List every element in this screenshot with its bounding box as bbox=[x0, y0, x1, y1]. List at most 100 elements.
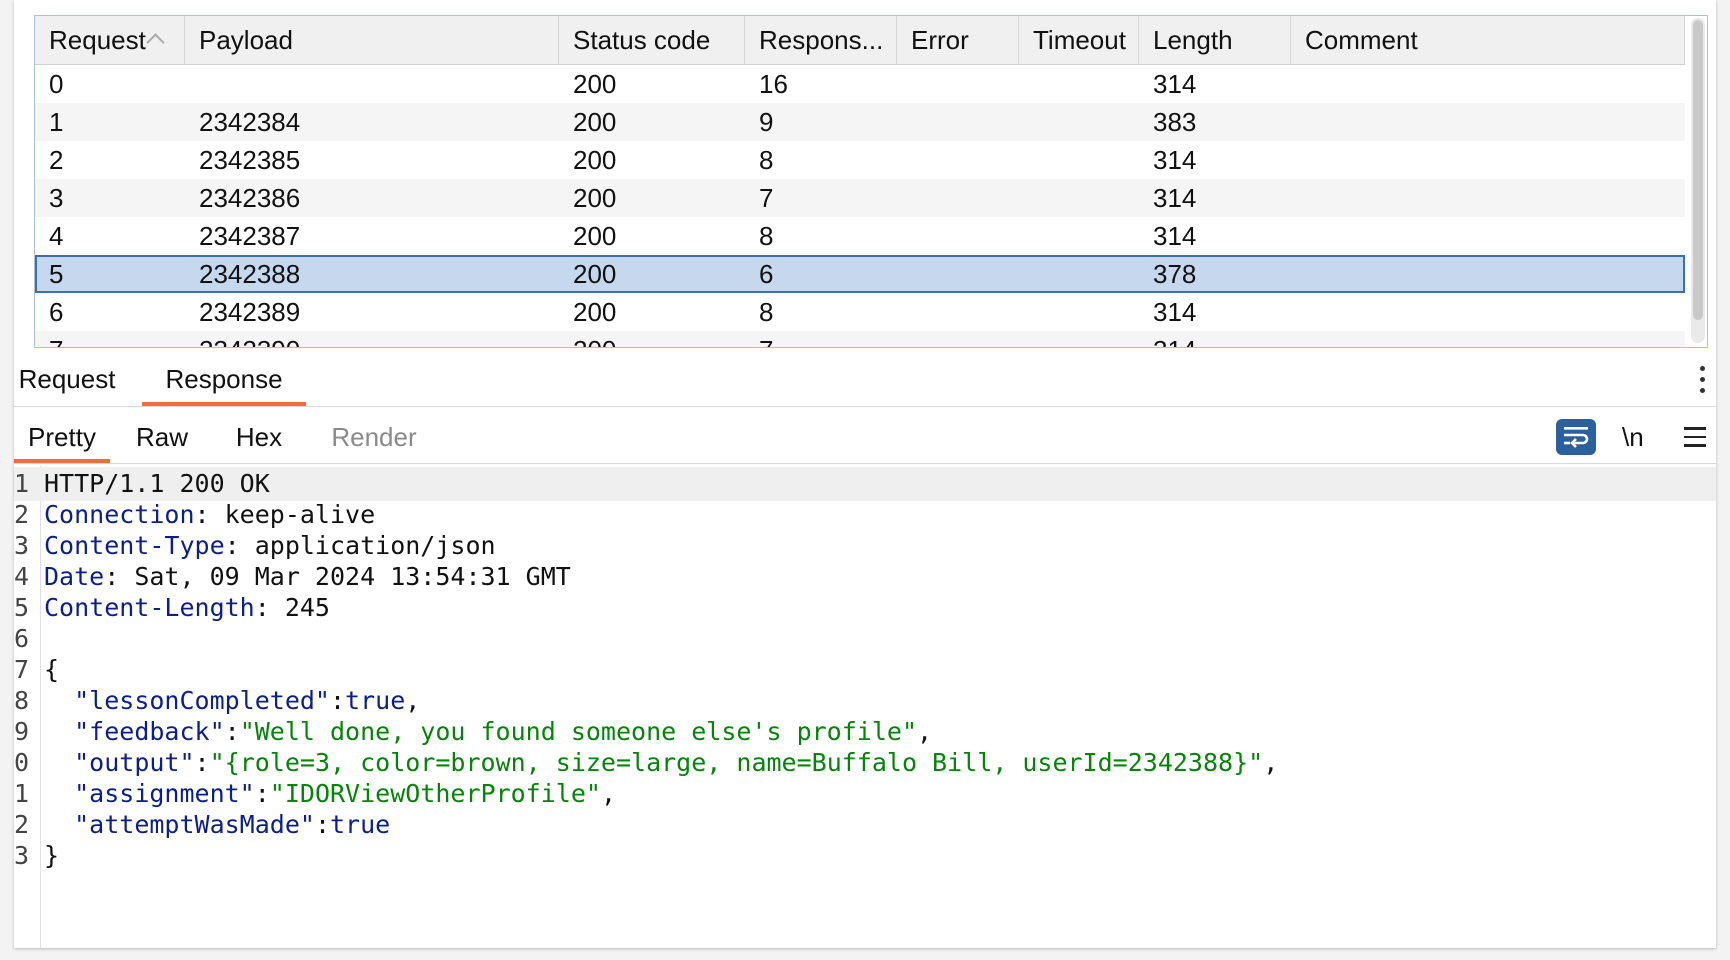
cell-payload: 2342389 bbox=[199, 297, 301, 327]
code-line: 2 "attemptWasMade":true bbox=[14, 808, 1716, 842]
column-header-length[interactable]: Length bbox=[1139, 16, 1291, 64]
column-header-timeout[interactable]: Timeout bbox=[1019, 16, 1139, 64]
cell-error bbox=[897, 293, 1019, 331]
code-token: : bbox=[254, 779, 270, 808]
scrollbar-thumb[interactable] bbox=[1693, 20, 1703, 320]
cell-payload: 2342387 bbox=[199, 221, 301, 251]
line-number: 3 bbox=[14, 841, 30, 870]
line-number: 5 bbox=[14, 593, 30, 622]
hamburger-menu-icon[interactable] bbox=[1684, 427, 1706, 447]
code-line: 7{ bbox=[14, 653, 1716, 687]
cell-status-code: 200 bbox=[573, 107, 617, 137]
more-options-icon[interactable] bbox=[1700, 366, 1706, 394]
line-number: 9 bbox=[14, 717, 30, 746]
table-row[interactable]: 2 2342385 200 8 314 bbox=[35, 141, 1685, 179]
cell-status-code: 200 bbox=[573, 69, 617, 99]
code-token: "{role=3, color=brown, size=large, name=… bbox=[209, 748, 1264, 777]
cell-request: 4 bbox=[49, 221, 64, 251]
cell-payload: 2342386 bbox=[199, 183, 301, 213]
cell-error bbox=[897, 65, 1019, 103]
wrap-lines-button[interactable] bbox=[1556, 419, 1596, 455]
cell-response-time: 8 bbox=[759, 297, 774, 327]
cell-error bbox=[897, 179, 1019, 217]
cell-request: 7 bbox=[35, 331, 185, 347]
table-row[interactable]: 723423902007314 bbox=[35, 331, 1685, 347]
code-token: "lessonCompleted" bbox=[74, 686, 330, 715]
code-token: Connection bbox=[44, 500, 195, 529]
cell-length: 314 bbox=[1153, 221, 1197, 251]
code-token: } bbox=[44, 841, 60, 870]
code-text: "lessonCompleted":true, bbox=[44, 684, 420, 718]
column-header-error[interactable]: Error bbox=[897, 16, 1019, 64]
cell-comment bbox=[1291, 103, 1685, 141]
code-token: , bbox=[917, 717, 933, 746]
code-token: "Well done, you found someone else's pro… bbox=[239, 717, 917, 746]
code-token: "IDORViewOtherProfile" bbox=[269, 779, 601, 808]
column-header-request[interactable]: Request bbox=[35, 16, 185, 64]
cell-response-time: 8 bbox=[759, 145, 774, 175]
table-scrollbar[interactable] bbox=[1691, 18, 1705, 343]
code-token: : Sat, 09 Mar 2024 13:54:31 GMT bbox=[104, 562, 571, 591]
cell-payload: 2342385 bbox=[199, 145, 301, 175]
code-text: "output":"{role=3, color=brown, size=lar… bbox=[44, 746, 1278, 780]
table-row[interactable]: 3 2342386 200 7 314 bbox=[35, 179, 1685, 217]
code-text: Content-Length: 245 bbox=[44, 591, 330, 625]
table-row[interactable]: 4 2342387 200 8 314 bbox=[35, 217, 1685, 255]
wrap-lines-icon bbox=[1564, 427, 1589, 448]
tab-raw[interactable]: Raw bbox=[124, 407, 200, 463]
cell-timeout bbox=[1019, 255, 1139, 293]
code-token: "assignment" bbox=[74, 779, 255, 808]
column-header-response[interactable]: Respons... bbox=[745, 16, 897, 64]
cell-comment bbox=[1291, 179, 1685, 217]
line-number: 8 bbox=[14, 686, 30, 715]
show-newlines-button[interactable]: \n bbox=[1622, 418, 1644, 456]
code-line: 9 "feedback":"Well done, you found someo… bbox=[14, 715, 1716, 749]
tab-request[interactable]: Request bbox=[14, 352, 120, 406]
line-number: 3 bbox=[14, 531, 30, 560]
code-text: "assignment":"IDORViewOtherProfile", bbox=[44, 777, 616, 811]
column-header-payload[interactable]: Payload bbox=[185, 16, 559, 64]
code-line: 1 HTTP/1.1 200 OK bbox=[14, 467, 1716, 501]
code-token: true bbox=[330, 810, 391, 839]
code-line: 0 "output":"{role=3, color=brown, size=l… bbox=[14, 746, 1716, 780]
cell-length: 314 bbox=[1153, 183, 1197, 213]
table-row[interactable]: 1 2342384 200 9 383 bbox=[35, 103, 1685, 141]
cell-payload: 2342390 bbox=[185, 331, 559, 347]
table-row[interactable]: 0 200 16 314 bbox=[35, 65, 1685, 103]
code-text: "feedback":"Well done, you found someone… bbox=[44, 715, 932, 749]
tab-pretty[interactable]: Pretty bbox=[14, 407, 110, 463]
code-text: Date: Sat, 09 Mar 2024 13:54:31 GMT bbox=[44, 560, 571, 594]
code-token: : 245 bbox=[254, 593, 330, 622]
code-line: 2 Connection: keep-alive bbox=[14, 498, 1716, 532]
cell-error bbox=[897, 255, 1019, 293]
table-row[interactable]: 6 2342389 200 8 314 bbox=[35, 293, 1685, 331]
cell-comment bbox=[1291, 255, 1685, 293]
cell-status-code: 200 bbox=[573, 145, 617, 175]
code-token: "output" bbox=[74, 748, 195, 777]
cell-response-time: 7 bbox=[745, 331, 897, 347]
line-number: 6 bbox=[14, 624, 30, 653]
table-row[interactable]: 5 2342388 200 6 378 bbox=[35, 255, 1685, 293]
response-editor[interactable]: 1 HTTP/1.1 200 OK 2 Connection: keep-alive 3… bbox=[14, 466, 1716, 948]
code-line: 1 "assignment":"IDORViewOtherProfile", bbox=[14, 777, 1716, 811]
code-token: , bbox=[1263, 748, 1279, 777]
cell-comment bbox=[1291, 141, 1685, 179]
tab-response[interactable]: Response bbox=[142, 352, 306, 406]
code-line: 4 Date: Sat, 09 Mar 2024 13:54:31 GMT bbox=[14, 560, 1716, 594]
code-token: { bbox=[44, 655, 60, 684]
cell-length: 378 bbox=[1153, 259, 1197, 289]
tab-render[interactable]: Render bbox=[326, 407, 422, 463]
code-token: , bbox=[405, 686, 421, 715]
column-header-status-code[interactable]: Status code bbox=[559, 16, 745, 64]
cell-timeout bbox=[1019, 217, 1139, 255]
code-text: } bbox=[44, 839, 59, 873]
code-line: 8 "lessonCompleted":true, bbox=[14, 684, 1716, 718]
cell-timeout bbox=[1019, 293, 1139, 331]
column-header-comment[interactable]: Comment bbox=[1291, 16, 1685, 64]
tab-hex[interactable]: Hex bbox=[222, 407, 296, 463]
code-text: "attemptWasMade":true bbox=[44, 808, 390, 842]
code-text: Content-Type: application/json bbox=[44, 529, 496, 563]
